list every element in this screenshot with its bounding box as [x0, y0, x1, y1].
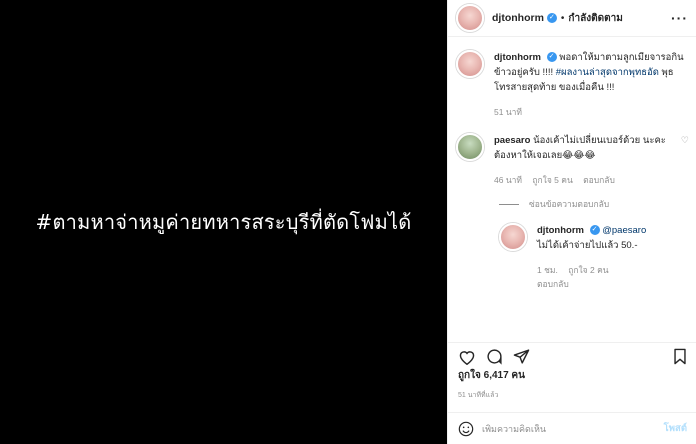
- comment-avatar[interactable]: [456, 133, 484, 161]
- header-username[interactable]: djtonhorm: [492, 12, 544, 24]
- caption-avatar[interactable]: [456, 50, 484, 78]
- reply-mention[interactable]: @paesaro: [602, 225, 646, 236]
- reply-row: djtonhorm ✓ @paesaro ไม่ได้เค้าจ่ายไปแล้…: [499, 223, 696, 291]
- separator-dot: •: [560, 12, 565, 24]
- replies-divider-line: [499, 203, 519, 205]
- post-header: djtonhorm ✓ • กำลังติดตาม ···: [448, 0, 696, 37]
- caption-username[interactable]: djtonhorm: [494, 52, 541, 63]
- caption-meta: 51 นาที: [494, 105, 689, 119]
- verified-badge-icon: ✓: [589, 225, 600, 236]
- more-dots-icon[interactable]: ···: [671, 10, 688, 26]
- following-button[interactable]: กำลังติดตาม: [568, 11, 622, 26]
- comment-icon[interactable]: [486, 348, 503, 365]
- reply-reply-button[interactable]: ตอบกลับ: [537, 279, 569, 289]
- post-media: #ตามหาจ่าหมูค่ายทหารสระบุรีที่ตัดโฟมได้: [0, 0, 447, 444]
- reply-meta: 1 ชม. ถูกใจ 2 คน ตอบกลับ: [537, 263, 646, 291]
- bookmark-icon[interactable]: [673, 348, 687, 365]
- comment-username[interactable]: paesaro: [494, 135, 530, 146]
- reply-text: djtonhorm ✓ @paesaro ไม่ได้เค้าจ่ายไปแล้…: [537, 223, 646, 253]
- hide-replies-toggle[interactable]: ซ่อนข้อความตอบกลับ: [499, 197, 696, 211]
- caption-text: djtonhorm ✓ พอดาให้มาตามลูกเมียจารอกินข้…: [494, 50, 689, 95]
- verified-badge-icon: ✓: [546, 13, 557, 23]
- reply-avatar[interactable]: [499, 223, 527, 251]
- comment-row: paesaro น้องเค้าไม่เปลี่ยนเบอร์ด้วย นะคะ…: [448, 133, 696, 187]
- comment-heart-icon[interactable]: ♡: [681, 135, 689, 187]
- caption-row: djtonhorm ✓ พอดาให้มาตามลูกเมียจารอกินข้…: [448, 50, 696, 119]
- heart-icon[interactable]: [458, 349, 476, 365]
- post-time-ago: 51 นาทีที่แล้ว: [458, 392, 499, 399]
- post-actions: [448, 342, 696, 370]
- post-button[interactable]: โพสต์: [664, 421, 687, 436]
- hide-replies-label[interactable]: ซ่อนข้อความตอบกลับ: [529, 197, 609, 211]
- comment-text: paesaro น้องเค้าไม่เปลี่ยนเบอร์ด้วย นะคะ…: [494, 133, 677, 163]
- comments-list: djtonhorm ✓ พอดาให้มาตามลูกเมียจารอกินข้…: [448, 50, 696, 291]
- comment-reply-button[interactable]: ตอบกลับ: [583, 175, 615, 185]
- post-side-panel: djtonhorm ✓ • กำลังติดตาม ··· djtonhorm …: [447, 0, 696, 444]
- comment-meta: 46 นาที ถูกใจ 5 คน ตอบกลับ: [494, 173, 677, 187]
- comment-time: 46 นาที: [494, 175, 523, 185]
- reply-likes[interactable]: ถูกใจ 2 คน: [568, 265, 608, 275]
- reply-time: 1 ชม.: [537, 265, 558, 275]
- reply-body: ไม่ได้เค้าจ่ายไปแล้ว 50.-: [537, 240, 638, 251]
- comment-input[interactable]: [482, 423, 664, 434]
- caption-time: 51 นาที: [494, 107, 523, 117]
- comment-likes[interactable]: ถูกใจ 5 คน: [532, 175, 572, 185]
- reply-username[interactable]: djtonhorm: [537, 225, 584, 236]
- media-caption-text: #ตามหาจ่าหมูค่ายทหารสระบุรีที่ตัดโฟมได้: [35, 210, 412, 234]
- avatar[interactable]: [456, 4, 484, 32]
- caption-hashtag[interactable]: #ผลงานล่าสุดจากพุทธอัด: [556, 67, 659, 78]
- likes-count[interactable]: ถูกใจ 6,417 คน: [458, 368, 525, 383]
- verified-badge-icon: ✓: [546, 52, 557, 63]
- comment-composer: โพสต์: [448, 412, 696, 444]
- share-icon[interactable]: [513, 348, 530, 365]
- emoji-icon[interactable]: [458, 421, 474, 437]
